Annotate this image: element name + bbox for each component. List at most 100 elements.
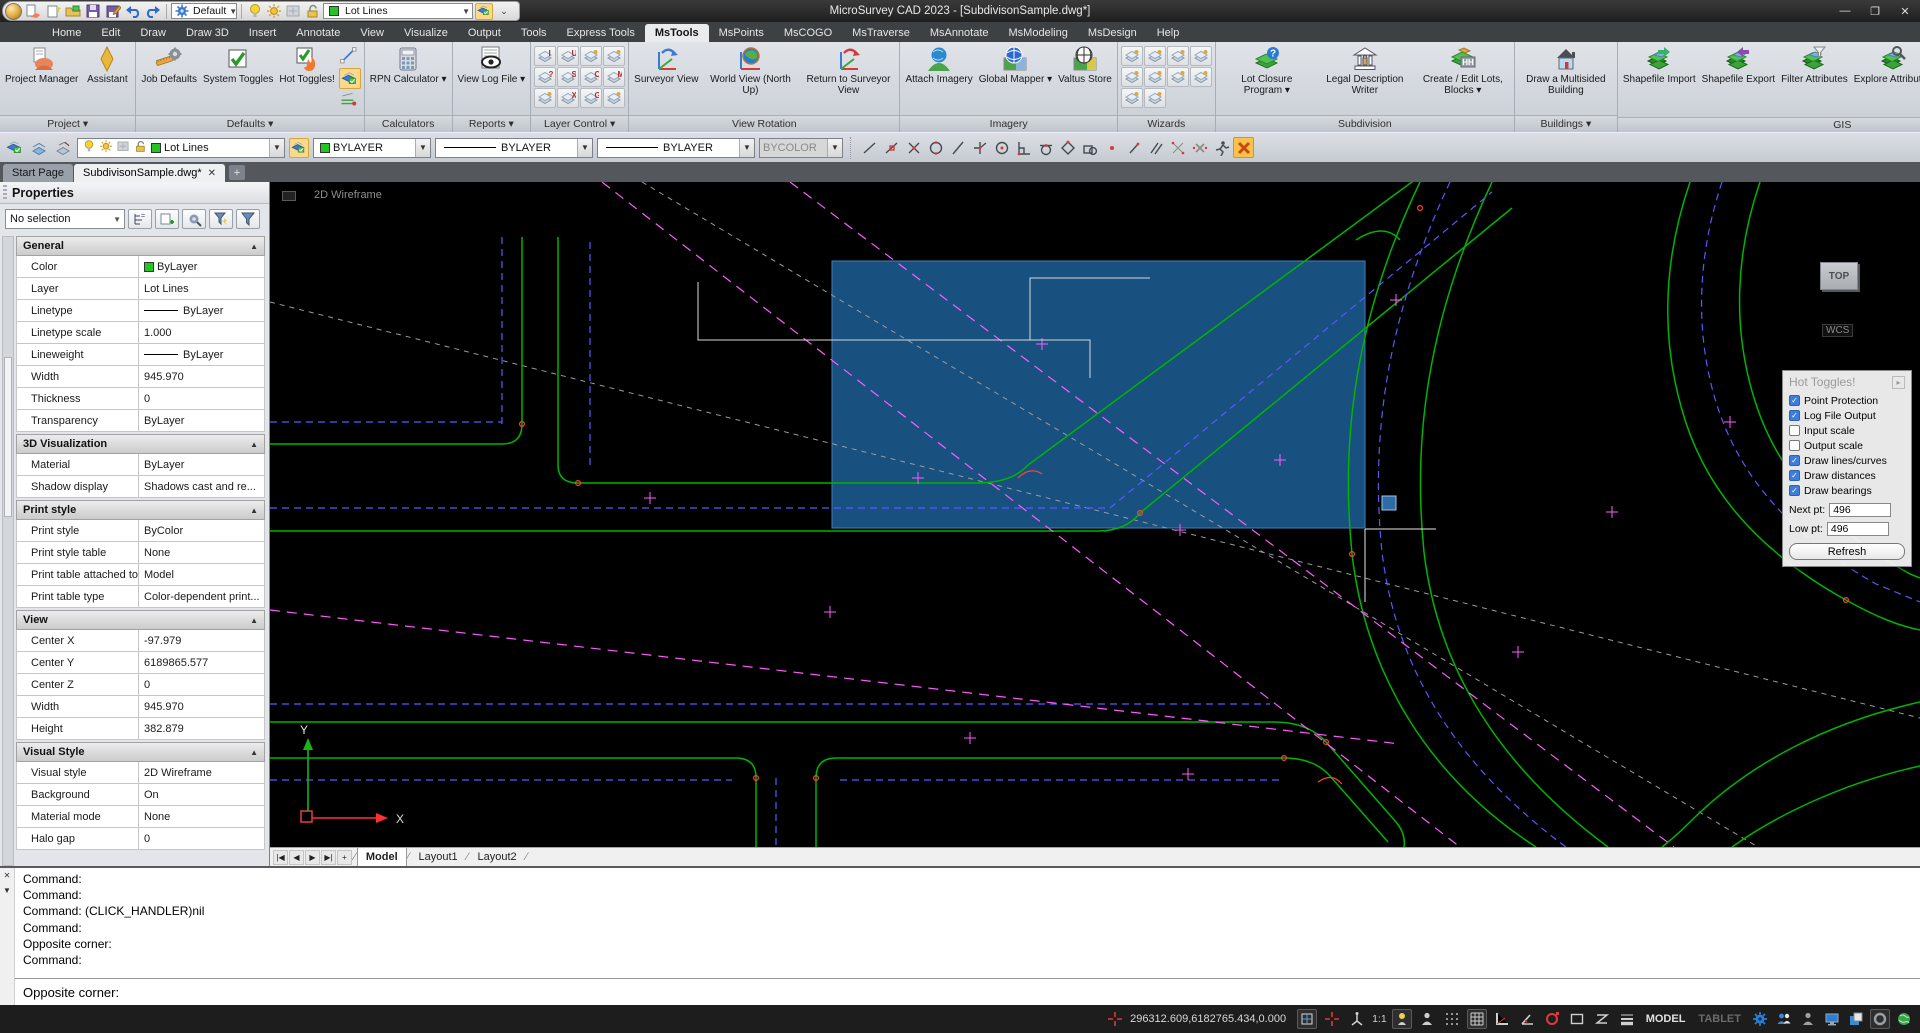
surveyor-view-button[interactable]: Surveyor View [632,44,700,86]
property-value[interactable]: ByColor [139,520,264,541]
circle-dark-icon[interactable] [1870,1009,1890,1029]
save-icon[interactable] [84,3,102,20]
toggle-draw-lines-curves[interactable]: ✓Draw lines/curves [1789,453,1905,468]
layer-match-icon[interactable] [53,138,73,158]
lock-icon[interactable] [133,139,147,155]
attach-imagery-button[interactable]: Attach Imagery [903,44,974,86]
layer-tool-icon-c[interactable]: C [580,67,602,87]
layout-tab-model[interactable]: Model [357,848,407,866]
snap-intersection-icon[interactable] [969,137,990,158]
minimize-button[interactable]: — [1830,0,1860,22]
person-gray-icon[interactable] [1798,1009,1818,1029]
hot-toggles-button[interactable]: Hot Toggles! [277,44,336,86]
snap-off-icon[interactable] [1233,137,1254,158]
polar-icon[interactable] [1517,1009,1537,1029]
layer-combo[interactable]: Lot Lines ▼ [77,138,285,158]
crosshair-red-icon[interactable] [1322,1009,1342,1029]
draw-a-multisided-building-button[interactable]: Draw a Multisided Building [1518,44,1614,97]
toggle-point-protection[interactable]: ✓Point Protection [1789,393,1905,408]
menu-tab-draw[interactable]: Draw [130,24,176,42]
section-header-print-style[interactable]: Print style▲ [16,500,265,520]
undo-icon[interactable] [124,3,142,20]
property-value[interactable]: ByLayer [139,300,264,321]
doc-tab-start-page[interactable]: Start Page [3,164,73,182]
explore-attributes-button[interactable]: Explore Attributes [1852,44,1920,86]
layout-tab-layout1[interactable]: Layout1 [410,848,465,866]
filter-icon[interactable] [236,209,260,229]
menu-tab-msannotate[interactable]: MsAnnotate [920,24,999,42]
checked-checkbox-icon[interactable]: ✓ [1789,485,1800,496]
unchecked-checkbox-icon[interactable] [1789,440,1800,451]
translate-icon[interactable] [339,68,361,89]
command-prompt[interactable]: Opposite corner: [15,979,1920,1005]
snap-quadrant-icon[interactable] [1057,137,1078,158]
menu-tab-draw-3d[interactable]: Draw 3D [176,24,239,42]
menu-tab-output[interactable]: Output [458,24,511,42]
system-toggles-button[interactable]: System Toggles [201,44,275,86]
person-icon[interactable] [1417,1009,1437,1029]
menu-tab-view[interactable]: View [350,24,394,42]
menu-tab-edit[interactable]: Edit [91,24,130,42]
lineweight-icon[interactable] [1617,1009,1637,1029]
selection-dropdown[interactable]: No selection ▼ [5,209,125,229]
low-pt-input[interactable]: 496 [1827,522,1889,536]
sun-icon[interactable] [265,3,283,20]
lineweight-combo[interactable]: BYLAYER ▼ [597,138,755,158]
menu-tab-tools[interactable]: Tools [511,24,557,42]
layer-tool-icon-x[interactable]: X [557,88,579,108]
layer-tool-icon[interactable] [1121,88,1143,108]
property-value[interactable]: -97.979 [139,630,264,651]
osnap-circle-icon[interactable] [1542,1009,1562,1029]
return-to-surveyor-view-button[interactable]: Return to Surveyor View [800,44,896,97]
grid-icon[interactable] [1467,1009,1487,1029]
angle-z-icon[interactable] [1592,1009,1612,1029]
snap-marker-icon[interactable] [1297,1009,1317,1029]
menu-tab-mstools[interactable]: MsTools [645,24,709,42]
ribbon-group-label[interactable]: Project ▾ [0,115,135,132]
layer-tool-icon[interactable] [1190,67,1212,87]
lines-icon[interactable] [339,90,361,111]
shapefile-export-button[interactable]: Shapefile Export [1700,44,1777,86]
layer-tool-icon[interactable] [5,138,25,158]
doc-tab-subdivisonsample-dwg[interactable]: SubdivisonSample.dwg*✕ [74,164,225,182]
freeze-icon[interactable] [116,139,130,155]
redo-icon[interactable] [144,3,162,20]
chevron-down-icon[interactable]: ▼ [2,885,13,896]
ribbon-group-label[interactable]: View Rotation [629,115,899,132]
ribbon-group-label[interactable]: GIS [1618,117,1920,132]
checked-checkbox-icon[interactable]: ✓ [1789,410,1800,421]
property-value[interactable]: 1.000 [139,322,264,343]
layer-tool-icon-?[interactable]: ? [534,67,556,87]
menu-tab-annotate[interactable]: Annotate [286,24,350,42]
property-value[interactable]: 2D Wireframe [139,762,264,783]
layer-tool-icon[interactable] [1190,46,1212,66]
snap-point-icon[interactable] [903,137,924,158]
visual-style-label[interactable]: 2D Wireframe [314,189,382,201]
menu-tab-help[interactable]: Help [1147,24,1190,42]
scale-readout[interactable]: 1:1 [1372,1013,1387,1025]
snap-perpendicular-icon[interactable] [1013,137,1034,158]
open-recent-icon[interactable] [24,3,42,20]
section-header-general[interactable]: General▲ [16,236,265,256]
layout-nav-next-button[interactable]: ▶ [305,850,320,865]
property-value[interactable]: Lot Lines [139,278,264,299]
layout-tab-layout2[interactable]: Layout2 [469,848,524,866]
property-value[interactable]: 0 [139,674,264,695]
profile-combo[interactable]: Default ▼ [171,3,237,19]
filter-bolt-icon[interactable] [209,209,233,229]
qat-layer-combo[interactable]: Lot Lines ▼ [323,3,473,19]
snap-endpoint-icon[interactable] [859,137,880,158]
section-header-view[interactable]: View▲ [16,610,265,630]
menu-tab-mscogo[interactable]: MsCOGO [774,24,842,42]
grid-dots-icon[interactable] [1442,1009,1462,1029]
lamp-person-icon[interactable] [1392,1009,1412,1029]
layer-tool-icon[interactable] [1144,67,1166,87]
lot-closure-program-button[interactable]: ?Lot Closure Program ▾ [1219,44,1315,97]
bulb-icon[interactable] [82,139,96,155]
people-icon[interactable] [1774,1009,1794,1029]
layout-nav-last-button[interactable]: ▶| [321,850,336,865]
property-value[interactable]: None [139,806,264,827]
menu-tab-home[interactable]: Home [42,24,91,42]
property-value[interactable]: ByLayer [139,256,264,277]
linetype-combo[interactable]: BYLAYER ▼ [435,138,593,158]
